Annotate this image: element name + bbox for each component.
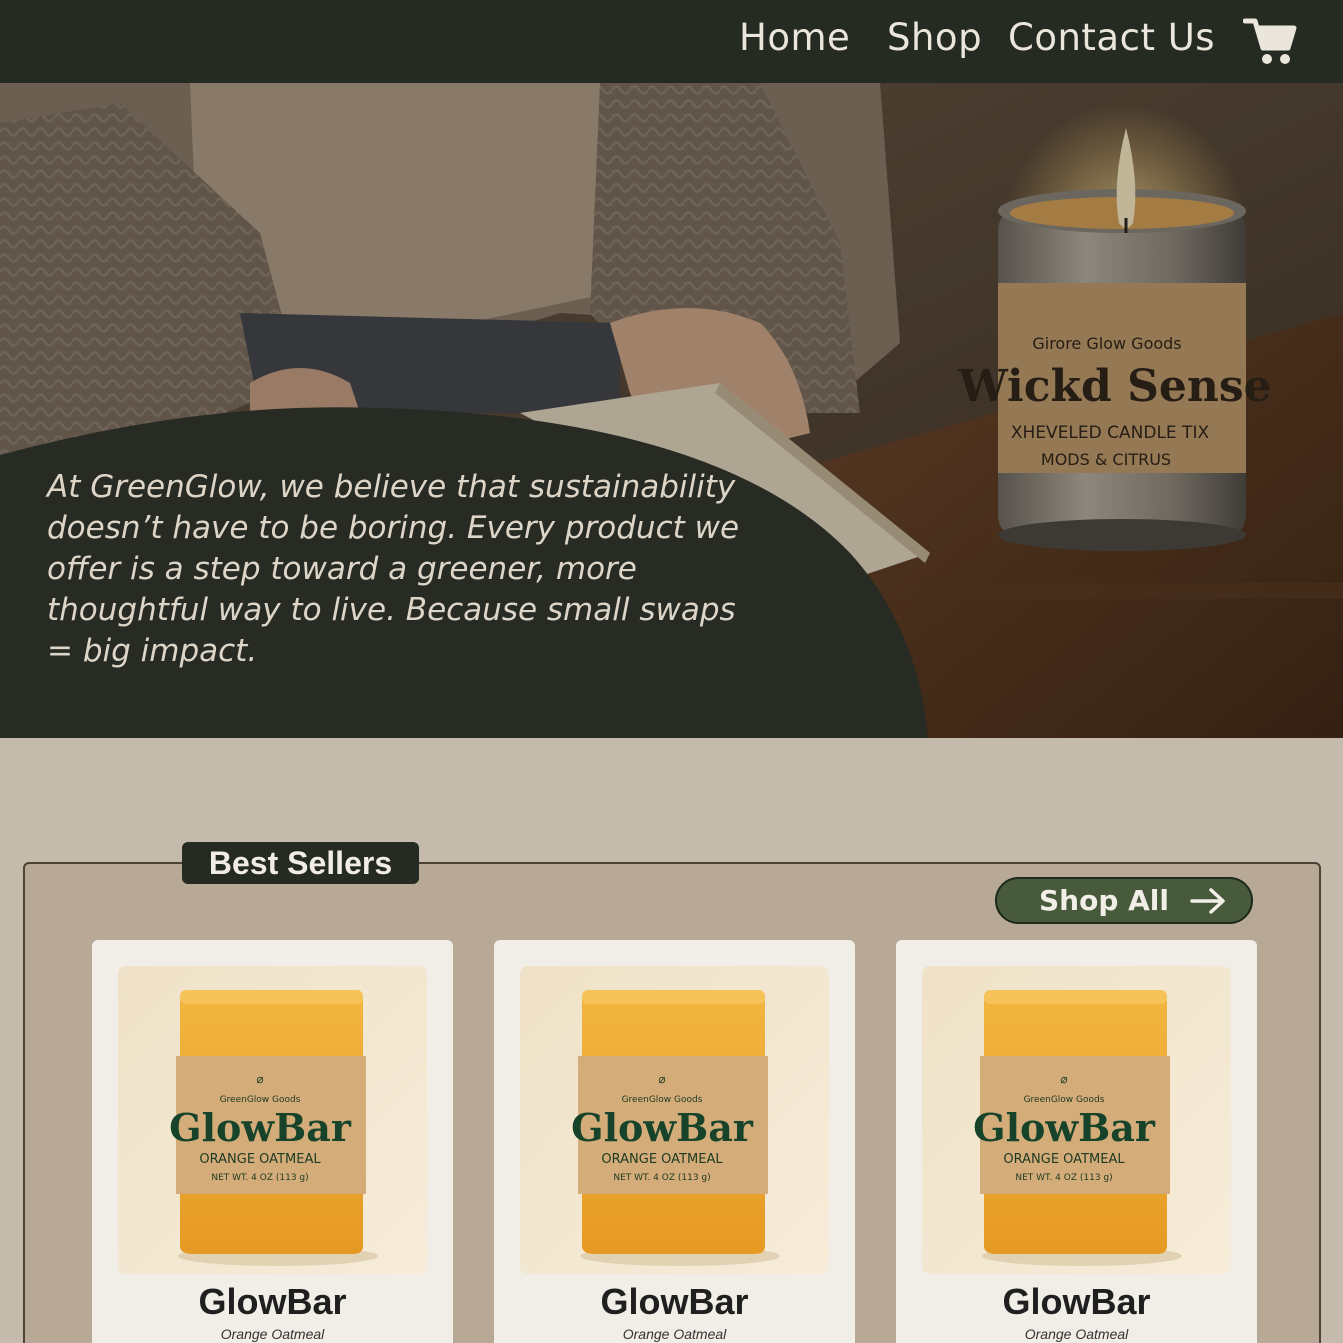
soap-name-text: GlowBar <box>169 1105 352 1150</box>
soap-name-text: GlowBar <box>973 1105 1156 1150</box>
product-image: ⌀ GreenGlow Goods GlowBar ORANGE OATMEAL… <box>118 966 427 1274</box>
soap-scent-text: ORANGE OATMEAL <box>1003 1152 1125 1167</box>
soap-brand-text: GreenGlow Goods <box>220 1095 301 1105</box>
svg-text:⌀: ⌀ <box>1060 1072 1067 1086</box>
product-name: GlowBar <box>198 1281 347 1322</box>
nav-home-link[interactable]: Home <box>739 16 850 60</box>
product-name: GlowBar <box>600 1281 749 1322</box>
soap-weight-text: NET WT. 4 OZ (113 g) <box>211 1173 308 1183</box>
hero-section: Girore Glow Goods Wickd Sense XHEVELED C… <box>0 83 1343 738</box>
soap-weight-text: NET WT. 4 OZ (113 g) <box>1015 1173 1112 1183</box>
product-card[interactable]: ⌀ GreenGlow Goods GlowBar ORANGE OATMEAL… <box>92 940 453 1343</box>
product-variant: Orange Oatmeal <box>1024 1326 1129 1342</box>
best-sellers-title: Best Sellers <box>182 842 419 884</box>
product-card[interactable]: ⌀ GreenGlow Goods GlowBar ORANGE OATMEAL… <box>494 940 855 1343</box>
soap-scent-text: ORANGE OATMEAL <box>199 1152 321 1167</box>
arrow-right-icon <box>1190 888 1225 914</box>
product-card[interactable]: ⌀ GreenGlow Goods GlowBar ORANGE OATMEAL… <box>896 940 1257 1343</box>
product-image: ⌀ GreenGlow Goods GlowBar ORANGE OATMEAL… <box>922 966 1231 1274</box>
shopping-cart-icon[interactable] <box>1243 16 1297 66</box>
soap-brand-text: GreenGlow Goods <box>1024 1095 1105 1105</box>
svg-text:⌀: ⌀ <box>658 1072 665 1086</box>
shop-all-button[interactable]: Shop All <box>995 877 1253 924</box>
product-variant: Orange Oatmeal <box>220 1326 325 1342</box>
hero-tagline: At GreenGlow, we believe that sustainabi… <box>47 469 740 669</box>
nav-shop-link[interactable]: Shop <box>887 16 982 60</box>
product-image: ⌀ GreenGlow Goods GlowBar ORANGE OATMEAL… <box>520 966 829 1274</box>
product-name: GlowBar <box>1002 1281 1151 1322</box>
svg-text:⌀: ⌀ <box>256 1072 263 1086</box>
top-nav: Home Shop Contact Us <box>0 0 1343 83</box>
soap-name-text: GlowBar <box>571 1105 754 1150</box>
nav-contact-link[interactable]: Contact Us <box>1008 16 1215 60</box>
shop-all-label: Shop All <box>1039 884 1169 917</box>
soap-brand-text: GreenGlow Goods <box>622 1095 703 1105</box>
product-variant: Orange Oatmeal <box>622 1326 727 1342</box>
soap-weight-text: NET WT. 4 OZ (113 g) <box>613 1173 710 1183</box>
soap-scent-text: ORANGE OATMEAL <box>601 1152 723 1167</box>
